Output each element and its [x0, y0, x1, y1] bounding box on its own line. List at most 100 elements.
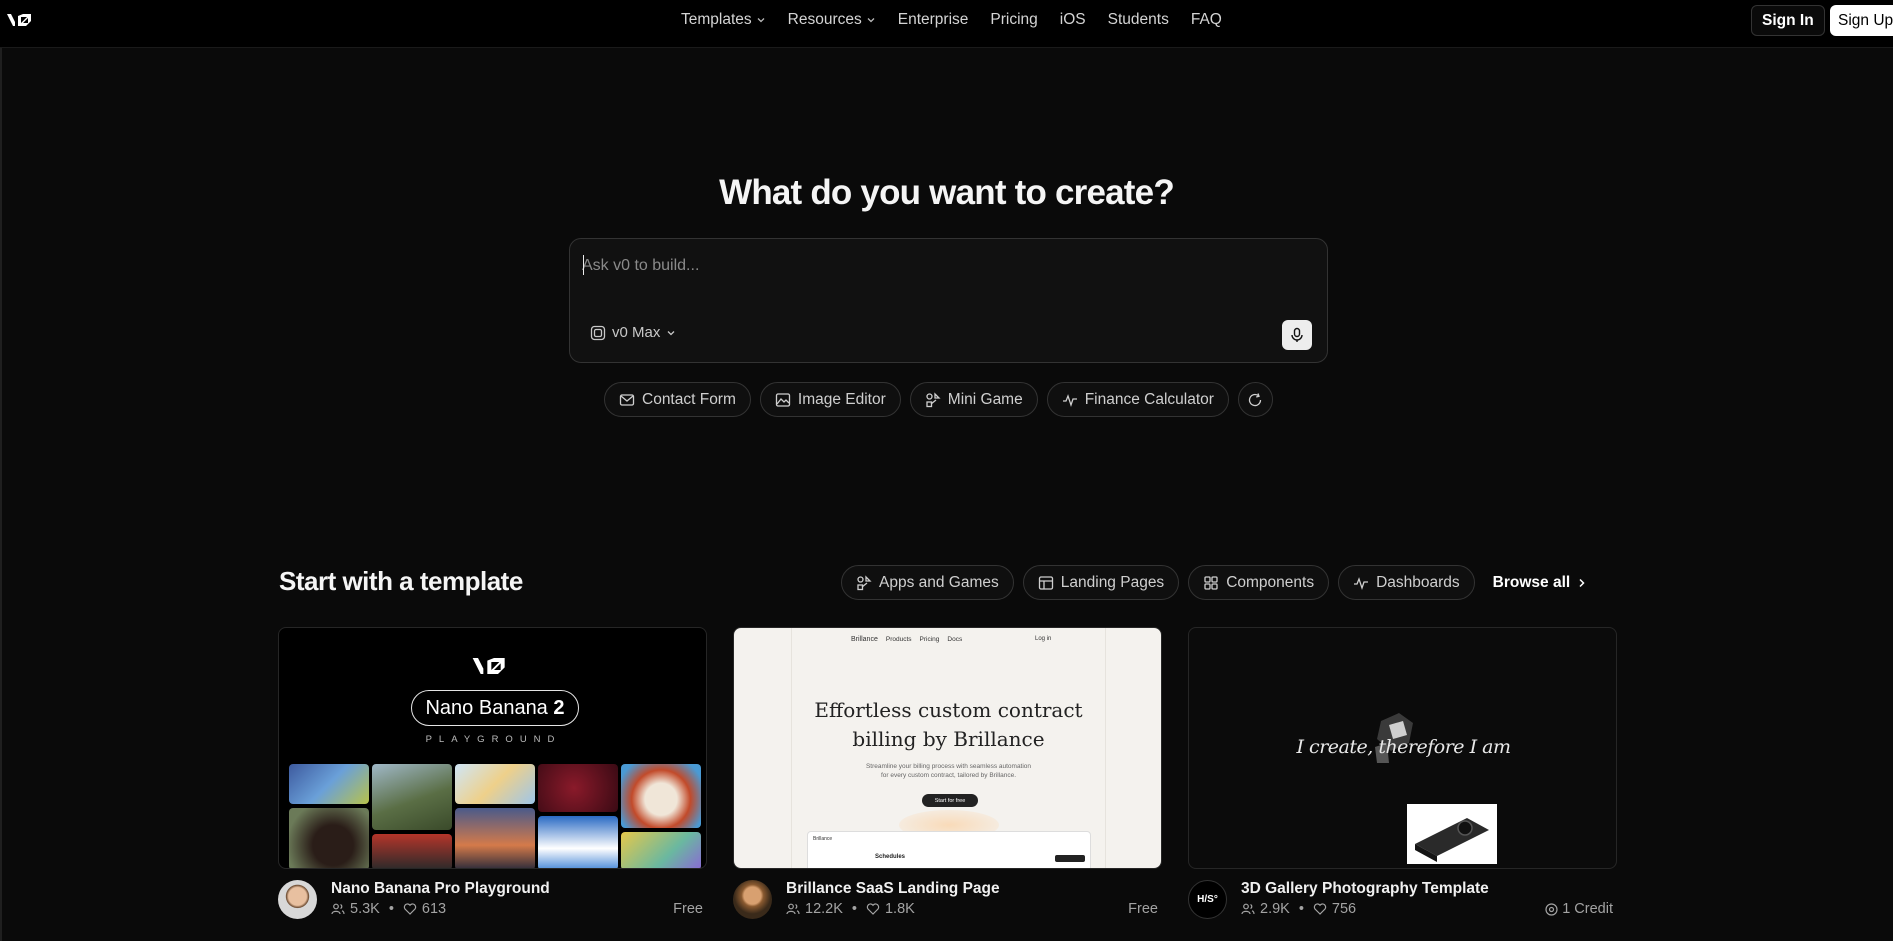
chevron-down-icon	[867, 18, 875, 23]
thumb-photo-capsules	[455, 764, 535, 804]
hero-title: What do you want to create?	[719, 173, 1175, 212]
template-thumbnail[interactable]: Brillance Products Pricing Docs Log in E…	[733, 627, 1162, 869]
suggestion-mini-game[interactable]: Mini Game	[909, 382, 1038, 417]
thumb-photo-sunset	[455, 808, 535, 868]
author-avatar[interactable]	[278, 880, 317, 919]
refresh-suggestions-button[interactable]	[1237, 382, 1273, 417]
grid-icon	[1204, 575, 1218, 590]
category-label: Landing Pages	[1060, 573, 1165, 591]
heart-icon[interactable]	[1313, 902, 1327, 916]
thumb-nav-link: Products	[885, 636, 912, 643]
suggestion-label: Mini Game	[947, 390, 1023, 408]
template-title[interactable]: 3D Gallery Photography Template	[1241, 880, 1489, 898]
likes-count: 1.8K	[884, 901, 915, 917]
heart-icon[interactable]	[403, 902, 417, 916]
author-avatar[interactable]	[733, 880, 772, 919]
thumb-photo-gradient	[621, 832, 701, 868]
model-label: v0 Max	[612, 324, 661, 341]
nav-templates-label: Templates	[681, 11, 752, 28]
v0-logo-icon[interactable]	[6, 11, 40, 29]
text-caret	[583, 255, 584, 275]
browse-all-link[interactable]: Browse all	[1493, 574, 1589, 592]
activity-icon	[1062, 393, 1077, 407]
nav-enterprise[interactable]: Enterprise	[887, 11, 980, 29]
likes-count: 613	[421, 901, 447, 917]
thumb-panel-brand: Brillance	[813, 836, 833, 842]
thumb-photo-landscape	[372, 764, 452, 830]
template-stats: 5.3K • 613	[331, 901, 446, 917]
browse-all-label: Browse all	[1492, 573, 1571, 591]
category-dashboards[interactable]: Dashboards	[1338, 565, 1475, 600]
thumb-quote: I create, therefore I am	[1296, 736, 1511, 758]
sign-in-button[interactable]: Sign In	[1751, 5, 1825, 36]
chevron-down-icon	[757, 18, 765, 23]
microphone-icon	[1291, 327, 1303, 342]
thumb-panel-title: Schedules	[875, 854, 906, 860]
suggestion-label: Finance Calculator	[1084, 390, 1214, 408]
template-price: 1 Credit	[1545, 901, 1613, 917]
mail-icon	[619, 393, 635, 406]
template-thumbnail[interactable]: Nano Banana 2 PLAYGROUND	[278, 627, 707, 869]
chevron-right-icon	[1579, 578, 1585, 587]
author-avatar-text: H/S°	[1197, 894, 1218, 905]
prompt-box[interactable]: v0 Max	[569, 238, 1328, 363]
template-card[interactable]: Brillance Products Pricing Docs Log in E…	[733, 627, 1162, 919]
suggestion-label: Contact Form	[642, 390, 736, 408]
thumb-headline-line: billing by Brillance	[852, 727, 1045, 751]
nav-resources[interactable]: Resources	[777, 11, 887, 29]
category-label: Apps and Games	[879, 573, 999, 591]
thumb-photo-cat	[621, 764, 701, 828]
templates-section-title: Start with a template	[279, 566, 523, 596]
prompt-input[interactable]	[582, 251, 1282, 281]
thumb-dashboard-panel: Brillance Schedules	[807, 831, 1091, 868]
thumb-photo-red-glasses	[372, 834, 452, 868]
refresh-icon	[1249, 392, 1262, 406]
model-selector[interactable]: v0 Max	[590, 324, 676, 341]
thumb-login: Log in	[1035, 636, 1052, 642]
template-thumbnail[interactable]: I create, therefore I am	[1188, 627, 1617, 869]
suggestion-contact-form[interactable]: Contact Form	[604, 382, 751, 417]
thumb-headline-line: Effortless custom contract	[814, 698, 1083, 722]
credit-icon	[1545, 902, 1558, 916]
thumb-subtext-line: Streamline your billing process with sea…	[865, 763, 1032, 770]
thumb-subtext-line: for every custom contract, tailored by B…	[880, 772, 1017, 779]
template-price: Free	[1128, 901, 1158, 917]
users-icon	[786, 903, 800, 915]
category-landing-pages[interactable]: Landing Pages	[1022, 565, 1180, 600]
separator-dot: •	[388, 901, 394, 917]
author-avatar[interactable]: H/S°	[1188, 880, 1227, 919]
pill-bold: 2	[553, 696, 565, 719]
category-components[interactable]: Components	[1188, 565, 1330, 600]
nav-resources-label: Resources	[787, 11, 862, 28]
nav-ios[interactable]: iOS	[1049, 11, 1097, 29]
template-card[interactable]: Nano Banana 2 PLAYGROUND Nano Banana Pro…	[278, 627, 707, 919]
sign-up-button[interactable]: Sign Up	[1830, 5, 1893, 36]
users-count: 5.3K	[350, 901, 380, 917]
suggestion-finance-calculator[interactable]: Finance Calculator	[1046, 382, 1229, 417]
template-title[interactable]: Nano Banana Pro Playground	[331, 880, 550, 898]
shapes-icon	[926, 391, 941, 407]
suggestion-image-editor[interactable]: Image Editor	[759, 382, 901, 417]
main-nav: Templates Resources Enterprise Pricing i…	[670, 0, 1233, 40]
nav-templates[interactable]: Templates	[670, 11, 777, 29]
template-card[interactable]: I create, therefore I am H/S° 3D Gallery…	[1188, 627, 1617, 919]
template-title[interactable]: Brillance SaaS Landing Page	[786, 880, 1000, 898]
thumb-photo-portrait	[289, 808, 369, 868]
template-stats: 2.9K • 756	[1241, 901, 1356, 917]
users-count: 12.2K	[805, 901, 843, 917]
layout-icon	[1038, 575, 1053, 590]
thumb-panel-button	[1055, 855, 1085, 862]
nav-pricing[interactable]: Pricing	[979, 11, 1048, 29]
thumb-nav-link: Pricing	[919, 636, 940, 643]
playground-label: PLAYGROUND	[425, 734, 562, 745]
nav-students[interactable]: Students	[1097, 11, 1180, 29]
heart-icon[interactable]	[866, 902, 880, 916]
suggestion-chips: Contact Form Image Editor Mini Game Fina…	[604, 382, 1273, 417]
microphone-button[interactable]	[1282, 320, 1312, 350]
image-icon	[775, 392, 791, 407]
model-icon	[590, 325, 606, 340]
category-label: Components	[1226, 573, 1315, 591]
thumb-subtext: Streamline your billing process with sea…	[734, 762, 1161, 780]
nav-faq[interactable]: FAQ	[1180, 11, 1233, 29]
category-apps-and-games[interactable]: Apps and Games	[841, 565, 1014, 600]
